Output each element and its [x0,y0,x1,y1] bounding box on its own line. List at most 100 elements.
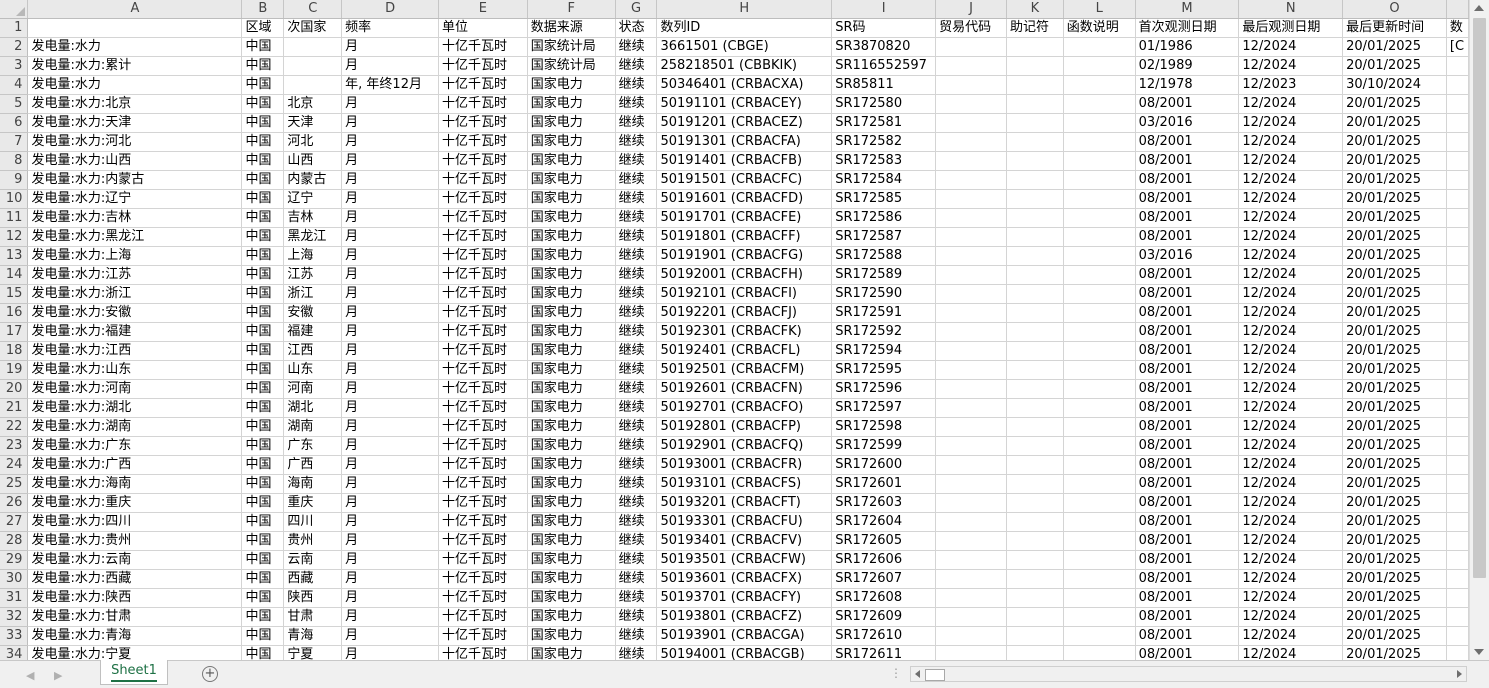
cell[interactable]: 继续 [615,322,658,342]
cell[interactable]: 月 [341,284,439,304]
cell[interactable]: 中国 [241,531,285,551]
cell[interactable]: 国家电力 [527,512,616,532]
cell[interactable]: 云南 [283,550,343,570]
cell[interactable]: 十亿千瓦时 [438,246,528,266]
cell[interactable]: SR172605 [831,531,937,551]
cell[interactable]: 12/2024 [1238,607,1344,627]
cell[interactable]: 12/2024 [1238,265,1344,285]
cell[interactable] [1063,37,1136,57]
cell[interactable]: 发电量:水力:辽宁 [27,189,243,209]
cell[interactable] [1446,569,1469,589]
cell[interactable]: 海南 [283,474,343,494]
next-sheet-arrow-icon[interactable]: ▶ [54,669,62,682]
cell[interactable] [935,379,1007,399]
cell[interactable] [1446,531,1469,551]
cell[interactable] [1006,322,1064,342]
cell[interactable]: 50191201 (CRBACEZ) [656,113,833,133]
cell[interactable] [1063,645,1136,660]
row-header[interactable]: 3 [0,56,29,76]
cell[interactable]: 发电量:水力:河北 [27,132,243,152]
cell[interactable] [1063,493,1136,513]
cell[interactable]: 20/01/2025 [1342,531,1447,551]
cell[interactable] [1063,360,1136,380]
cell[interactable]: 十亿千瓦时 [438,303,528,323]
cell[interactable]: 继续 [615,379,658,399]
cell[interactable]: 十亿千瓦时 [438,37,528,57]
cell[interactable]: 十亿千瓦时 [438,398,528,418]
cell[interactable]: 258218501 (CBBKIK) [656,56,833,76]
cell[interactable] [1006,607,1064,627]
cell[interactable]: 次国家 [283,18,343,38]
cell[interactable] [1446,189,1469,209]
cell[interactable]: 中国 [241,37,285,57]
cell[interactable]: 国家电力 [527,208,616,228]
cell[interactable]: 20/01/2025 [1342,569,1447,589]
cell[interactable]: 贸易代码 [935,18,1007,38]
cell[interactable]: 发电量:水力:海南 [27,474,243,494]
cell[interactable] [1063,322,1136,342]
cell[interactable] [1063,132,1136,152]
cell[interactable]: 中国 [241,227,285,247]
row-header[interactable]: 13 [0,246,29,266]
cell[interactable] [1446,455,1469,475]
cell[interactable]: 12/2024 [1238,588,1344,608]
cell[interactable]: 月 [341,645,439,660]
cell[interactable]: 50192101 (CRBACFI) [656,284,833,304]
cell[interactable] [1446,227,1469,247]
cell[interactable]: 十亿千瓦时 [438,645,528,660]
cell[interactable]: 陕西 [283,588,343,608]
cell[interactable]: 频率 [341,18,439,38]
cell[interactable] [1006,56,1064,76]
cell[interactable]: SR172611 [831,645,937,660]
cell[interactable]: 50192001 (CRBACFH) [656,265,833,285]
cell[interactable]: 安徽 [283,303,343,323]
cell[interactable] [935,550,1007,570]
cell[interactable]: 继续 [615,626,658,646]
cell[interactable]: 50192401 (CRBACFL) [656,341,833,361]
cell[interactable]: 国家电力 [527,607,616,627]
row-header[interactable]: 4 [0,75,29,95]
cell[interactable]: 国家电力 [527,265,616,285]
cell[interactable]: 50192501 (CRBACFM) [656,360,833,380]
cell[interactable] [1063,113,1136,133]
cell[interactable]: 十亿千瓦时 [438,417,528,437]
cell[interactable]: 状态 [615,18,658,38]
cell[interactable]: 08/2001 [1135,132,1240,152]
cell[interactable] [1446,645,1469,660]
cell[interactable] [935,75,1007,95]
cell[interactable]: 50192301 (CRBACFK) [656,322,833,342]
cell[interactable]: SR码 [831,18,937,38]
cell[interactable]: 20/01/2025 [1342,360,1447,380]
cell[interactable]: 08/2001 [1135,626,1240,646]
cell[interactable]: 发电量:水力:宁夏 [27,645,243,660]
cell[interactable]: 十亿千瓦时 [438,284,528,304]
cell[interactable] [1006,474,1064,494]
cell[interactable] [1063,436,1136,456]
cell[interactable]: 月 [341,37,439,57]
cell[interactable]: 20/01/2025 [1342,398,1447,418]
cell[interactable] [1006,360,1064,380]
cell[interactable]: 十亿千瓦时 [438,75,528,95]
cell[interactable] [1006,265,1064,285]
cell[interactable]: 继续 [615,94,658,114]
cell[interactable] [1006,37,1064,57]
cell[interactable]: 月 [341,94,439,114]
cell[interactable]: 中国 [241,113,285,133]
cell[interactable]: 50192601 (CRBACFN) [656,379,833,399]
cell[interactable]: 20/01/2025 [1342,455,1447,475]
cell[interactable] [1063,246,1136,266]
cell[interactable]: 20/01/2025 [1342,151,1447,171]
cell[interactable] [1006,455,1064,475]
cell[interactable] [1063,417,1136,437]
cell[interactable]: 12/2024 [1238,56,1344,76]
cell[interactable]: 国家统计局 [527,56,616,76]
cell[interactable]: 50191901 (CRBACFG) [656,246,833,266]
cell[interactable]: 08/2001 [1135,569,1240,589]
row-header[interactable]: 17 [0,322,29,342]
cell[interactable]: 12/2024 [1238,550,1344,570]
cell[interactable] [935,208,1007,228]
row-header[interactable]: 7 [0,132,29,152]
cell[interactable]: 20/01/2025 [1342,474,1447,494]
cell[interactable]: 国家统计局 [527,37,616,57]
row-header[interactable]: 31 [0,588,29,608]
